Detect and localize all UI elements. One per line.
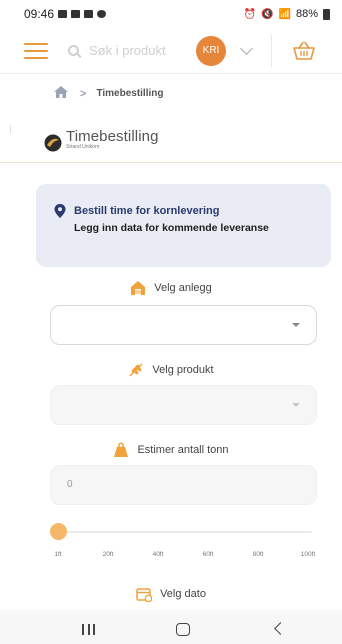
facility-label: Velg anlegg — [154, 282, 212, 294]
home-icon[interactable] — [54, 86, 68, 101]
recent-apps-icon[interactable] — [82, 624, 95, 635]
app-icon — [97, 10, 107, 18]
slider-tick-label: 80ft — [252, 551, 264, 558]
tonnage-label: Estimer antall tonn — [137, 444, 229, 456]
hamburger-icon[interactable] — [24, 42, 48, 59]
facility-label-row: Velg anlegg — [0, 280, 342, 296]
basket-icon[interactable] — [292, 41, 316, 61]
slider-tick-label: 1ft — [54, 551, 62, 558]
logo-title: Timebestilling — [66, 128, 159, 145]
slider-tick-label: 20ft — [102, 551, 114, 558]
mute-icon: 🔇 — [261, 8, 274, 20]
alarm-icon: ⏰ — [243, 8, 257, 20]
search-icon — [68, 45, 79, 56]
system-nav-bar — [0, 610, 342, 644]
user-avatar[interactable]: KRI — [196, 35, 226, 66]
brand-logo: Timebestilling Strand Unikorn — [44, 128, 159, 152]
status-left: 09:46 — [24, 7, 107, 21]
notification-icon — [71, 10, 81, 18]
status-right: ⏰ 🔇 📶 88% — [244, 8, 330, 20]
calendar-icon — [136, 588, 153, 602]
wifi-icon: 📶 — [278, 8, 291, 20]
app-header: KRI — [0, 28, 342, 74]
search-input[interactable] — [89, 43, 177, 58]
header-divider — [271, 34, 272, 67]
logo-bar: Timebestilling Strand Unikorn — [0, 125, 342, 163]
back-icon[interactable] — [274, 622, 287, 635]
slider-tick-label: 60ft — [202, 551, 214, 558]
tonnage-label-row: Estimer antall tonn — [0, 442, 342, 458]
slider-tick-label: 100ft — [300, 551, 316, 558]
battery-icon — [323, 8, 330, 20]
date-label: Velg dato — [160, 588, 206, 600]
product-select[interactable] — [50, 385, 317, 425]
product-label-row: Velg produkt — [0, 362, 342, 378]
home-button-icon[interactable] — [176, 623, 190, 636]
status-time: 09:46 — [24, 7, 55, 21]
weight-icon — [114, 442, 129, 457]
info-title: Bestill time for kornlevering — [74, 205, 220, 217]
dropdown-caret-icon — [292, 403, 300, 407]
logo-mark-icon — [44, 134, 62, 152]
info-text: Legg inn data for kommende leveranse — [74, 222, 269, 234]
breadcrumb-current: Timebestilling — [96, 88, 164, 99]
dropdown-caret-icon — [292, 323, 300, 327]
tonnage-field[interactable] — [50, 465, 317, 505]
product-label: Velg produkt — [152, 364, 214, 376]
date-label-row: Velg dato — [0, 586, 342, 602]
slider-ticks: 1ft 20ft 40ft 60ft 80ft 100ft — [50, 551, 320, 563]
search-box[interactable] — [68, 36, 184, 66]
slider-track[interactable] — [56, 531, 312, 533]
location-pin-icon — [54, 204, 66, 218]
tonnage-input[interactable] — [67, 479, 267, 490]
chevron-down-icon[interactable] — [240, 41, 253, 55]
slider-thumb[interactable] — [50, 523, 67, 540]
info-card: Bestill time for kornlevering Legg inn d… — [36, 184, 331, 267]
mail-icon — [84, 10, 94, 18]
facility-select[interactable] — [50, 305, 317, 345]
breadcrumb: > Timebestilling — [54, 86, 164, 101]
status-battery: 88% — [295, 8, 318, 20]
wheat-icon — [129, 363, 143, 377]
facility-icon — [131, 281, 146, 295]
status-bar: 09:46 ⏰ 🔇 📶 88% — [0, 0, 342, 28]
notification-icon — [58, 10, 68, 18]
slider-tick-label: 40ft — [152, 551, 164, 558]
tonnage-slider[interactable] — [50, 523, 312, 541]
breadcrumb-separator: > — [80, 87, 87, 100]
